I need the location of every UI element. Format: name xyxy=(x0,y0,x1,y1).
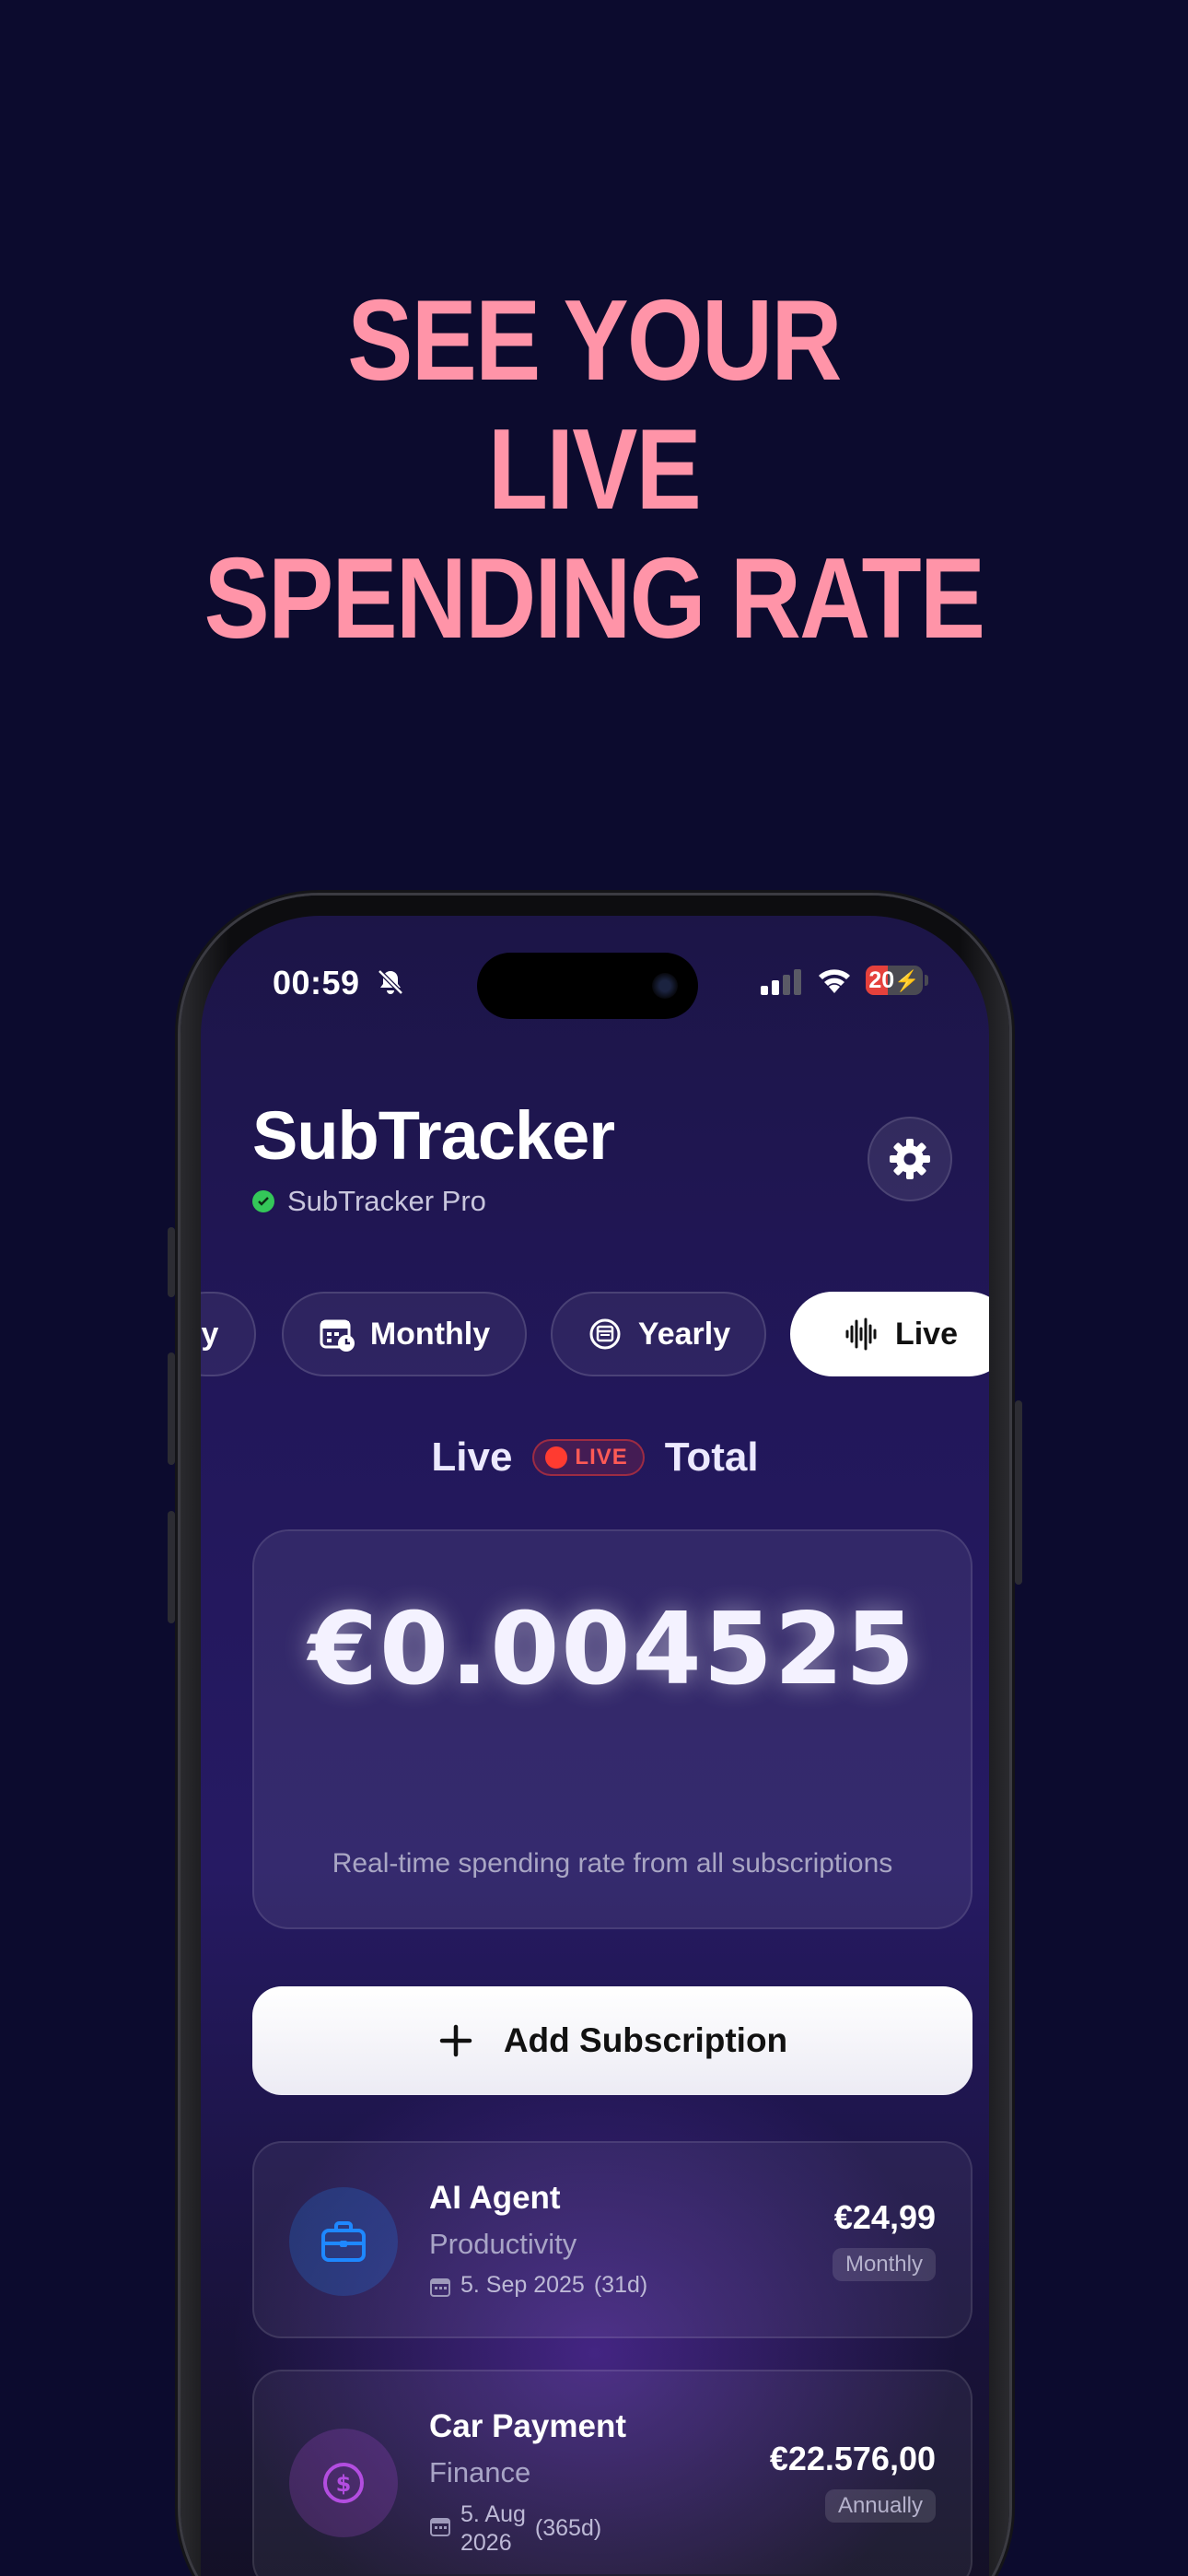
subscription-icon xyxy=(289,2187,398,2296)
subscription-price: €22.576,00 xyxy=(769,2440,936,2477)
briefcase-icon xyxy=(321,2221,366,2262)
volume-up-button xyxy=(168,1352,175,1465)
tab-monthly[interactable]: Monthly xyxy=(282,1292,527,1376)
tab-yearly[interactable]: Yearly xyxy=(551,1292,766,1376)
live-header-right: Total xyxy=(664,1434,759,1480)
power-button xyxy=(1015,1400,1022,1585)
subscription-days: (31d) xyxy=(593,2272,648,2298)
dollar-circle-icon: $ xyxy=(323,2463,364,2503)
camera-icon xyxy=(652,973,678,999)
live-badge: LIVE xyxy=(532,1439,645,1476)
calendar-icon xyxy=(430,2518,450,2536)
tab-label: Yearly xyxy=(637,1316,731,1352)
status-time: 00:59 xyxy=(273,964,360,1001)
action-button xyxy=(168,1227,175,1297)
subscription-name: Car Payment xyxy=(429,2408,626,2444)
add-subscription-label: Add Subscription xyxy=(503,2021,788,2059)
tab-label: y xyxy=(201,1316,219,1352)
calendar-clock-icon xyxy=(320,1319,355,1352)
headline-line-2: LIVE xyxy=(487,406,702,533)
subscription-date-line-1: 5. Aug xyxy=(460,2501,526,2527)
live-total-amount: €0.004525 xyxy=(308,1592,917,1707)
svg-text:$: $ xyxy=(336,2471,352,2497)
pro-label: SubTracker Pro xyxy=(287,1185,486,1217)
subscription-card-ai-agent[interactable]: AI Agent Productivity 5. Sep 2025 (31d) … xyxy=(252,2141,973,2338)
cellular-signal-icon xyxy=(761,969,801,995)
subscription-period-badge: Monthly xyxy=(832,2248,936,2281)
calendar-icon xyxy=(430,2278,450,2297)
wifi-icon xyxy=(819,969,850,993)
subscription-date-text: 5. Aug 2026 xyxy=(460,2500,526,2558)
phone-screen: 00:59 20⚡ SubTracker SubTracker Pro y Mo… xyxy=(201,916,989,2576)
dynamic-island xyxy=(477,953,698,1019)
battery-cap xyxy=(925,975,928,986)
status-bar: 00:59 20⚡ xyxy=(201,916,989,1019)
subscription-days: (365d) xyxy=(534,2515,602,2541)
app-title: SubTracker xyxy=(252,1097,615,1174)
subscription-name: AI Agent xyxy=(429,2180,561,2216)
tab-live[interactable]: Live xyxy=(790,1292,989,1376)
subscription-date: 5. Sep 2025 (31d) xyxy=(429,2272,647,2299)
pro-status: SubTracker Pro xyxy=(252,1185,486,1218)
subscription-date-text: 5. Sep 2025 xyxy=(460,2272,585,2298)
tab-daily-partial[interactable]: y xyxy=(201,1292,256,1376)
plus-icon xyxy=(439,2024,472,2057)
subscription-period-badge: Annually xyxy=(824,2489,936,2523)
live-dot-icon xyxy=(545,1446,568,1469)
subscription-price: €24,99 xyxy=(833,2198,936,2236)
live-header-left: Live xyxy=(431,1434,513,1480)
tab-label: Live xyxy=(894,1316,959,1352)
view-tabs: y Monthly Yearly Live xyxy=(201,1292,989,1380)
gear-icon xyxy=(890,1139,930,1179)
subscription-category: Finance xyxy=(429,2456,531,2488)
subscription-card-car-payment[interactable]: $ Car Payment Finance 5. Aug 2026 (365d)… xyxy=(252,2370,973,2576)
battery-level: 20 xyxy=(868,967,895,993)
subscription-icon: $ xyxy=(289,2429,398,2537)
settings-button[interactable] xyxy=(868,1117,952,1201)
headline-line-1: SEE YOUR xyxy=(347,277,842,404)
headline-line-3: SPENDING RATE xyxy=(204,535,985,662)
live-total-caption: Real-time spending rate from all subscri… xyxy=(332,1848,893,1879)
subscription-date: 5. Aug 2026 (365d) xyxy=(429,2500,601,2558)
subscription-date-line-2: 2026 xyxy=(460,2530,512,2556)
volume-down-button xyxy=(168,1511,175,1623)
live-total-card: €0.004525 Real-time spending rate from a… xyxy=(252,1529,973,1929)
live-total-header: Live LIVE Total xyxy=(201,1430,989,1485)
add-subscription-button[interactable]: Add Subscription xyxy=(252,1986,973,2095)
checkmark-icon xyxy=(252,1190,274,1212)
subscription-category: Productivity xyxy=(429,2228,577,2260)
tab-label: Monthly xyxy=(369,1316,491,1352)
battery-indicator: 20⚡ xyxy=(866,966,923,995)
live-badge-label: LIVE xyxy=(575,1445,628,1469)
waveform-icon xyxy=(845,1317,877,1351)
promo-headline: SEE YOUR LIVE SPENDING RATE xyxy=(83,276,1104,663)
phone-frame: 00:59 20⚡ SubTracker SubTracker Pro y Mo… xyxy=(168,896,1022,2576)
calendar-circle-icon xyxy=(589,1318,621,1350)
bell-muted-icon xyxy=(378,969,403,995)
